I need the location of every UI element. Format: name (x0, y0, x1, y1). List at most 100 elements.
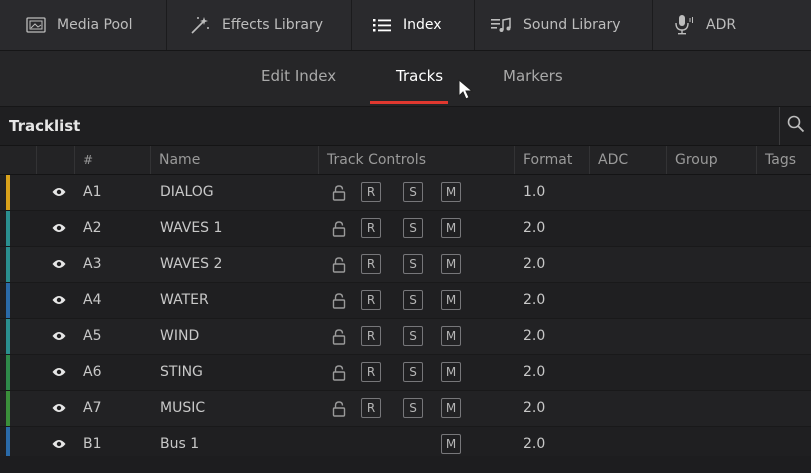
track-number: A4 (83, 292, 102, 308)
media-pool-button[interactable]: Media Pool (0, 0, 167, 50)
sound-library-button[interactable]: Sound Library (475, 0, 653, 50)
table-row[interactable]: A2 WAVES 1 R S M 2.0 (0, 211, 811, 247)
sound-library-icon (490, 17, 512, 33)
search-icon (787, 115, 805, 137)
column-format[interactable]: Format (514, 146, 589, 174)
track-number: A5 (83, 328, 102, 344)
track-color-bar (6, 391, 10, 426)
record-button[interactable]: R (361, 254, 381, 274)
lock-icon[interactable] (332, 293, 346, 313)
track-number: A1 (83, 184, 102, 200)
column-tags[interactable]: Tags (756, 146, 811, 174)
index-subtabs: Edit Index Tracks Markers (0, 51, 811, 107)
record-button[interactable]: R (361, 218, 381, 238)
track-name: Bus 1 (160, 436, 200, 452)
solo-button[interactable]: S (403, 254, 423, 274)
solo-button[interactable]: S (403, 398, 423, 418)
table-row[interactable]: A1 DIALOG R S M 1.0 (0, 175, 811, 211)
track-number: A3 (83, 256, 102, 272)
column-track-controls[interactable]: Track Controls (318, 146, 514, 174)
mute-button[interactable]: M (441, 290, 461, 310)
column-name[interactable]: Name (150, 146, 318, 174)
effects-library-label: Effects Library (222, 17, 323, 33)
track-color-bar (6, 211, 10, 246)
tracklist-column-header: # Name Track Controls Format ADC Group T… (0, 146, 811, 175)
table-row[interactable]: A7 MUSIC R S M 2.0 (0, 391, 811, 427)
column-number[interactable]: # (74, 146, 150, 174)
track-name: WAVES 1 (160, 220, 223, 236)
solo-button[interactable]: S (403, 362, 423, 382)
mute-button[interactable]: M (441, 326, 461, 346)
sound-library-label: Sound Library (523, 17, 621, 33)
eye-icon[interactable] (52, 258, 66, 274)
lock-icon[interactable] (332, 401, 346, 421)
eye-icon[interactable] (52, 438, 66, 454)
record-button[interactable]: R (361, 362, 381, 382)
eye-icon[interactable] (52, 294, 66, 310)
media-pool-label: Media Pool (57, 17, 133, 33)
table-row[interactable]: A4 WATER R S M 2.0 (0, 283, 811, 319)
tracklist-search-button[interactable] (779, 107, 811, 145)
mute-button[interactable]: M (441, 218, 461, 238)
eye-icon[interactable] (52, 366, 66, 382)
track-name: DIALOG (160, 184, 214, 200)
magic-wand-icon (189, 15, 211, 35)
track-number: B1 (83, 436, 102, 452)
track-color-bar (6, 175, 10, 210)
table-row[interactable]: A3 WAVES 2 R S M 2.0 (0, 247, 811, 283)
lock-icon[interactable] (332, 221, 346, 241)
media-pool-icon (26, 17, 46, 33)
column-visibility[interactable] (36, 146, 74, 174)
adr-button[interactable]: ADR (653, 0, 811, 50)
column-adc[interactable]: ADC (589, 146, 666, 174)
adr-label: ADR (706, 17, 737, 33)
table-row[interactable]: A6 STING R S M 2.0 (0, 355, 811, 391)
eye-icon[interactable] (52, 402, 66, 418)
track-name: MUSIC (160, 400, 206, 416)
track-number: A2 (83, 220, 102, 236)
track-number: A7 (83, 400, 102, 416)
top-toolbar: Media Pool Effects Library Index Sound L… (0, 0, 811, 51)
lock-icon[interactable] (332, 257, 346, 277)
eye-icon[interactable] (52, 330, 66, 346)
solo-button[interactable]: S (403, 182, 423, 202)
lock-icon[interactable] (332, 365, 346, 385)
record-button[interactable]: R (361, 290, 381, 310)
record-button[interactable]: R (361, 326, 381, 346)
track-color-bar (6, 319, 10, 354)
microphone-icon (673, 14, 695, 36)
track-name: WAVES 2 (160, 256, 223, 272)
record-button[interactable]: R (361, 398, 381, 418)
tracklist-header: Tracklist (0, 107, 811, 146)
mute-button[interactable]: M (441, 182, 461, 202)
eye-icon[interactable] (52, 222, 66, 238)
index-button[interactable]: Index (352, 0, 475, 50)
track-format: 2.0 (523, 436, 546, 452)
tab-edit-index[interactable]: Edit Index (261, 67, 336, 85)
track-format: 2.0 (523, 256, 546, 272)
mute-button[interactable]: M (441, 254, 461, 274)
track-format: 2.0 (523, 328, 546, 344)
track-format: 2.0 (523, 400, 546, 416)
track-color-bar (6, 283, 10, 318)
lock-icon[interactable] (332, 185, 346, 205)
mute-button[interactable]: M (441, 398, 461, 418)
effects-library-button[interactable]: Effects Library (167, 0, 352, 50)
column-group[interactable]: Group (666, 146, 756, 174)
mute-button[interactable]: M (441, 362, 461, 382)
track-format: 1.0 (523, 184, 546, 200)
track-name: WIND (160, 328, 200, 344)
eye-icon[interactable] (52, 186, 66, 202)
list-icon (372, 17, 392, 33)
record-button[interactable]: R (361, 182, 381, 202)
table-row[interactable]: A5 WIND R S M 2.0 (0, 319, 811, 355)
lock-icon[interactable] (332, 329, 346, 349)
tab-tracks[interactable]: Tracks (396, 67, 443, 85)
tracklist-title: Tracklist (9, 117, 81, 135)
solo-button[interactable]: S (403, 290, 423, 310)
tab-markers[interactable]: Markers (503, 67, 563, 85)
mute-button[interactable]: M (441, 434, 461, 454)
solo-button[interactable]: S (403, 218, 423, 238)
solo-button[interactable]: S (403, 326, 423, 346)
track-color-bar (6, 247, 10, 282)
